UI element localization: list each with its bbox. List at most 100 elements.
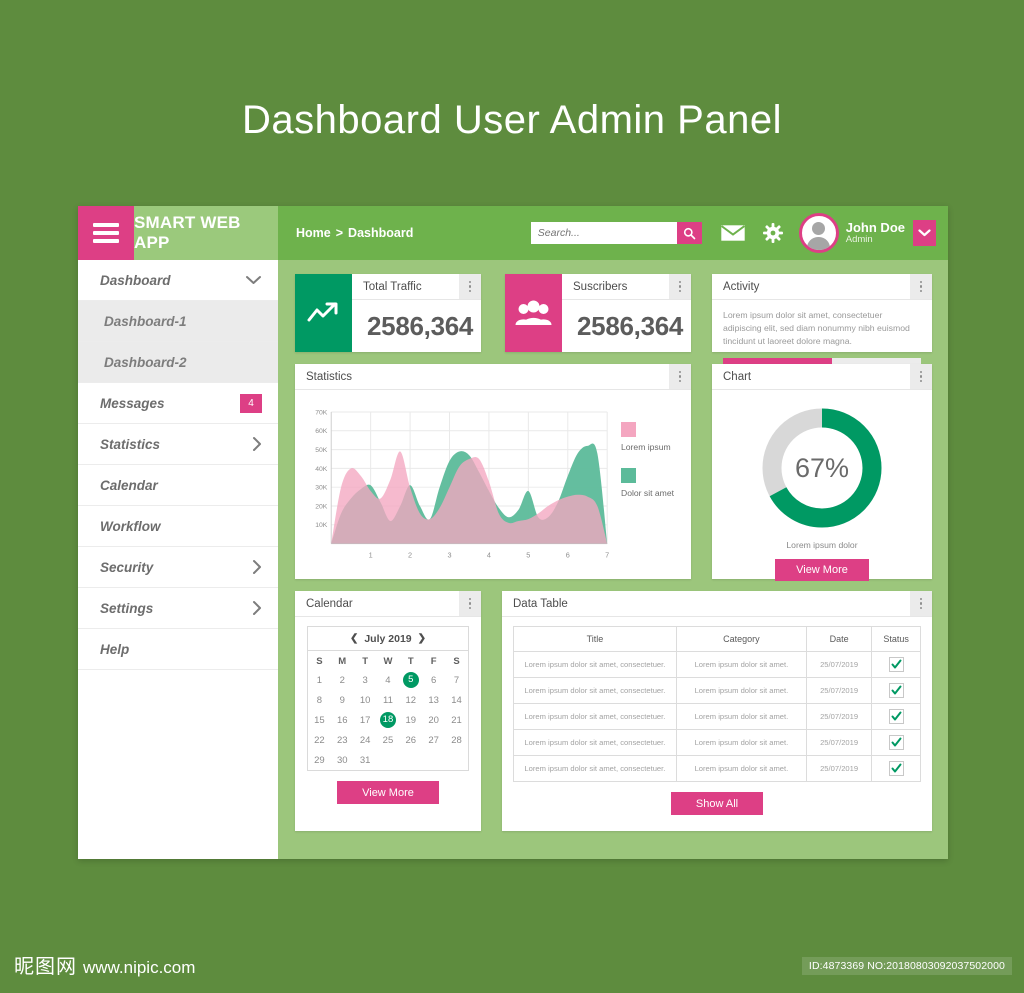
table-column-header: Title bbox=[513, 626, 677, 652]
table-cell-category: Lorem ipsum dolor sit amet. bbox=[675, 677, 808, 704]
calendar-day[interactable]: 29 bbox=[308, 750, 331, 770]
show-all-button[interactable]: Show All bbox=[671, 792, 763, 815]
status-checkbox[interactable] bbox=[888, 761, 904, 776]
gear-icon[interactable] bbox=[762, 223, 783, 243]
donut-chart: 67% bbox=[762, 408, 882, 528]
calendar-day[interactable]: 15 bbox=[308, 710, 331, 730]
breadcrumb: Home > Dashboard bbox=[296, 226, 531, 240]
sidebar-item-dashboard-1[interactable]: Dashboard-1 bbox=[78, 301, 278, 342]
calendar-day[interactable]: 18 bbox=[377, 710, 400, 730]
kebab-menu-icon[interactable] bbox=[669, 274, 691, 299]
sidebar-item-statistics[interactable]: Statistics bbox=[78, 424, 278, 465]
card-activity: Activity Lorem ipsum dolor sit amet, con… bbox=[712, 274, 932, 370]
calendar-day[interactable]: 25 bbox=[377, 730, 400, 750]
calendar-day[interactable]: 28 bbox=[445, 730, 468, 750]
breadcrumb-home[interactable]: Home bbox=[296, 226, 331, 240]
calendar-day[interactable]: 9 bbox=[331, 690, 354, 710]
table-cell-category: Lorem ipsum dolor sit amet. bbox=[675, 703, 808, 730]
calendar-day[interactable]: 6 bbox=[422, 670, 445, 690]
calendar-day[interactable]: 5 bbox=[399, 670, 422, 690]
calendar-day[interactable]: 1 bbox=[308, 670, 331, 690]
calendar-day[interactable]: 10 bbox=[354, 690, 377, 710]
calendar-day[interactable]: 26 bbox=[399, 730, 422, 750]
calendar-day-empty bbox=[445, 750, 468, 770]
kebab-menu-icon[interactable] bbox=[459, 274, 481, 299]
chevron-left-icon[interactable]: ❮ bbox=[350, 633, 358, 644]
subscribers-icon-box bbox=[505, 274, 562, 352]
status-checkbox[interactable] bbox=[888, 683, 904, 698]
kebab-menu-icon[interactable] bbox=[910, 364, 932, 389]
calendar-day[interactable]: 30 bbox=[331, 750, 354, 770]
calendar-view-more-button[interactable]: View More bbox=[337, 781, 439, 804]
calendar-day[interactable]: 7 bbox=[445, 670, 468, 690]
chart-view-more-button[interactable]: View More bbox=[775, 559, 869, 581]
table-cell-category: Lorem ipsum dolor sit amet. bbox=[675, 729, 808, 756]
table-cell-date: 25/07/2019 bbox=[806, 677, 873, 704]
sidebar-item-help[interactable]: Help bbox=[78, 629, 278, 670]
calendar-day[interactable]: 20 bbox=[422, 710, 445, 730]
calendar-day[interactable]: 4 bbox=[377, 670, 400, 690]
kebab-menu-icon[interactable] bbox=[669, 364, 691, 389]
table-row: Lorem ipsum dolor sit amet, consectetuer… bbox=[513, 729, 921, 756]
calendar-day[interactable]: 8 bbox=[308, 690, 331, 710]
sidebar-item-dashboard[interactable]: Dashboard bbox=[78, 260, 278, 301]
calendar-day[interactable]: 16 bbox=[331, 710, 354, 730]
kebab-menu-icon[interactable] bbox=[910, 274, 932, 299]
kebab-menu-icon[interactable] bbox=[459, 591, 481, 616]
calendar-day-selected[interactable]: 18 bbox=[379, 712, 396, 728]
sidebar-item-label: Dashboard-2 bbox=[104, 354, 187, 370]
search-button[interactable] bbox=[676, 222, 702, 244]
calendar-day[interactable]: 21 bbox=[445, 710, 468, 730]
status-checkbox[interactable] bbox=[888, 709, 904, 724]
svg-text:70K: 70K bbox=[315, 409, 328, 416]
sidebar-item-security[interactable]: Security bbox=[78, 547, 278, 588]
sidebar-item-messages[interactable]: Messages 4 bbox=[78, 383, 278, 424]
user-menu-button[interactable] bbox=[913, 220, 936, 246]
sidebar-item-calendar[interactable]: Calendar bbox=[78, 465, 278, 506]
sidebar-item-dashboard-2[interactable]: Dashboard-2 bbox=[78, 342, 278, 383]
svg-text:60K: 60K bbox=[315, 428, 328, 435]
chevron-right-icon bbox=[253, 560, 261, 574]
calendar-day[interactable]: 27 bbox=[422, 730, 445, 750]
data-table: Title Category Date Status Lorem ipsum dolo… bbox=[513, 626, 921, 782]
table-row: Lorem ipsum dolor sit amet, consectetuer… bbox=[513, 703, 921, 730]
search-input[interactable] bbox=[530, 222, 677, 244]
mail-icon[interactable] bbox=[720, 224, 746, 242]
calendar-weekday: M bbox=[338, 656, 347, 667]
calendar-day[interactable]: 12 bbox=[399, 690, 422, 710]
user-role: Admin bbox=[845, 233, 873, 245]
chevron-right-icon[interactable]: ❯ bbox=[418, 633, 426, 644]
calendar-day[interactable]: 19 bbox=[399, 710, 422, 730]
calendar-day[interactable]: 13 bbox=[422, 690, 445, 710]
card-data-table: Data Table Title Category Date Status Lorem… bbox=[502, 591, 932, 831]
kebab-menu-icon[interactable] bbox=[910, 591, 932, 616]
calendar-day-selected[interactable]: 5 bbox=[402, 672, 419, 688]
calendar-day[interactable]: 31 bbox=[354, 750, 377, 770]
calendar-day[interactable]: 24 bbox=[354, 730, 377, 750]
watermark-brand-url: www.nipic.com bbox=[83, 958, 196, 977]
calendar-day[interactable]: 22 bbox=[308, 730, 331, 750]
statistics-legend: Lorem ipsum Dolor sit amet bbox=[615, 400, 683, 578]
calendar-day[interactable]: 14 bbox=[445, 690, 468, 710]
table-cell-date: 25/07/2019 bbox=[806, 729, 873, 756]
calendar-day[interactable]: 2 bbox=[331, 670, 354, 690]
calendar-box: ❮ July 2019 ❯ SMTWTFS 1 2 3 4 5 6 7 8 9 10 11 12 13 1… bbox=[307, 626, 469, 771]
sidebar-item-workflow[interactable]: Workflow bbox=[78, 506, 278, 547]
search-box bbox=[530, 222, 702, 244]
data-table-head: Data Table bbox=[502, 591, 932, 617]
user-name: John Doe bbox=[845, 219, 905, 235]
avatar[interactable] bbox=[798, 213, 839, 253]
calendar-day[interactable]: 3 bbox=[354, 670, 377, 690]
calendar-footer: View More bbox=[307, 781, 469, 804]
app-window: SMART WEB APP Home > Dashboard Search...… bbox=[78, 206, 948, 859]
status-checkbox[interactable] bbox=[888, 657, 904, 672]
legend-label-1: Dolor sit amet bbox=[621, 488, 675, 498]
card-title: Activity bbox=[723, 280, 760, 293]
calendar-day[interactable]: 17 bbox=[354, 710, 377, 730]
statistics-chart-area: 10K 20K 30K 40K 50K 60K 70K 1234567 Lore… bbox=[295, 390, 691, 586]
calendar-day[interactable]: 11 bbox=[377, 690, 400, 710]
sidebar-item-settings[interactable]: Settings bbox=[78, 588, 278, 629]
status-checkbox[interactable] bbox=[888, 735, 904, 750]
calendar-day[interactable]: 23 bbox=[331, 730, 354, 750]
hamburger-menu-button[interactable] bbox=[78, 206, 134, 260]
